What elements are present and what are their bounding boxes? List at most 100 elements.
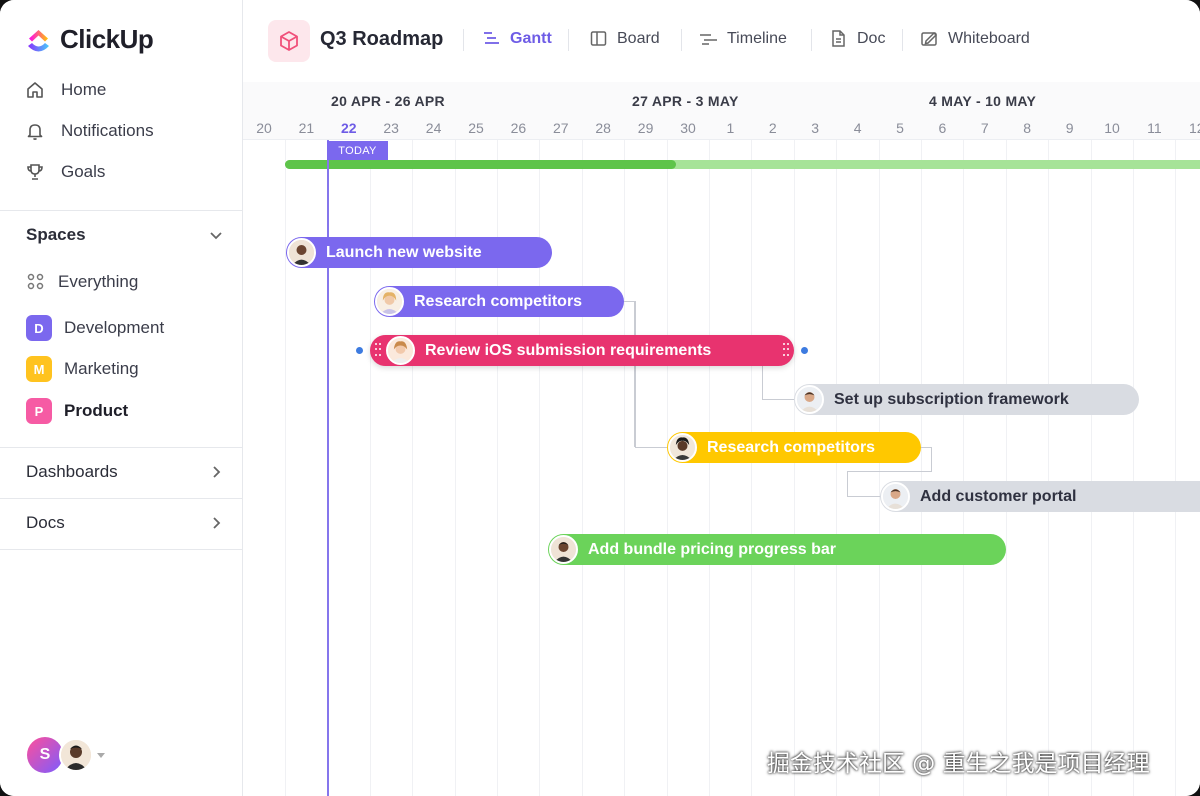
tab-doc[interactable]: Doc xyxy=(829,29,885,48)
gridline xyxy=(836,140,838,796)
assignee-avatar[interactable] xyxy=(287,238,316,267)
assignee-avatar[interactable] xyxy=(795,385,824,414)
person-icon xyxy=(61,740,91,770)
spaces-label: Spaces xyxy=(26,225,86,244)
grid-dots-icon xyxy=(27,273,44,290)
day-label: 22 xyxy=(341,120,357,136)
whiteboard-icon xyxy=(921,31,938,46)
tab-board-label: Board xyxy=(617,29,660,47)
gantt-icon xyxy=(484,32,499,44)
day-label: 8 xyxy=(1023,120,1032,136)
chevron-down-icon[interactable] xyxy=(208,227,224,243)
assignee-avatar[interactable] xyxy=(881,482,910,511)
task-label: Research competitors xyxy=(707,438,876,456)
tab-whiteboard[interactable]: Whiteboard xyxy=(920,29,1030,48)
clickup-logo[interactable]: ClickUp xyxy=(26,24,154,55)
tab-whiteboard-label: Whiteboard xyxy=(948,29,1030,47)
sidebar: ClickUp Home Notifications Goals Spaces … xyxy=(0,0,243,796)
day-label: 9 xyxy=(1065,120,1074,136)
nav-goals[interactable]: Goals xyxy=(25,162,105,182)
divider xyxy=(568,29,569,51)
space-marketing[interactable]: M Marketing xyxy=(26,356,139,382)
gridline xyxy=(878,140,880,796)
project-title: Q3 Roadmap xyxy=(320,28,444,50)
tab-doc-label: Doc xyxy=(857,29,886,47)
tab-board[interactable]: Board xyxy=(589,29,660,48)
task-bar[interactable]: Research competitors xyxy=(667,432,921,463)
gridline xyxy=(1090,140,1092,796)
nav-home[interactable]: Home xyxy=(25,80,106,100)
task-label: Set up subscription framework xyxy=(834,390,1069,408)
day-label: 12 xyxy=(1189,120,1200,136)
member-avatar[interactable] xyxy=(59,738,93,772)
task-label: Add bundle pricing progress bar xyxy=(588,540,837,558)
chevron-right-icon xyxy=(213,517,221,529)
docs-row[interactable]: Docs xyxy=(26,513,224,533)
clickup-logo-icon xyxy=(28,29,49,51)
gridline xyxy=(963,140,965,796)
sidebar-divider xyxy=(0,447,243,448)
day-label: 29 xyxy=(637,120,654,136)
dependency-handle[interactable] xyxy=(801,347,808,354)
gridline xyxy=(793,140,795,796)
progress-fill xyxy=(285,160,676,169)
day-label: 23 xyxy=(383,120,399,136)
drag-handle-icon[interactable] xyxy=(783,343,789,357)
dashboards-row[interactable]: Dashboards xyxy=(26,462,224,482)
dependency-connector xyxy=(635,447,667,448)
space-everything[interactable]: Everything xyxy=(26,272,138,292)
assignee-avatar[interactable] xyxy=(668,433,697,462)
tab-timeline-label: Timeline xyxy=(727,29,787,47)
gridline xyxy=(1048,140,1050,796)
task-bar[interactable]: Launch new website xyxy=(286,237,552,268)
divider xyxy=(902,29,903,51)
person-icon xyxy=(289,240,314,265)
week-label: 20 APR - 26 APR xyxy=(331,93,445,109)
assignee-avatar[interactable] xyxy=(375,287,404,316)
trophy-icon xyxy=(27,164,43,180)
dependency-handle[interactable] xyxy=(356,347,363,354)
task-bar[interactable]: Research competitors xyxy=(374,286,624,317)
task-label: Research competitors xyxy=(414,292,583,310)
dashboards-label: Dashboards xyxy=(26,462,118,481)
caret-down-icon[interactable] xyxy=(97,752,105,758)
day-label: 26 xyxy=(510,120,527,136)
task-bar[interactable]: Add bundle pricing progress bar xyxy=(548,534,1006,565)
person-icon xyxy=(388,338,413,363)
task-bar-selected[interactable]: Review iOS submission requirements xyxy=(370,335,794,366)
spaces-header[interactable]: Spaces xyxy=(26,225,224,245)
tab-gantt[interactable]: Gantt xyxy=(482,29,552,48)
today-tag: TODAY xyxy=(327,141,388,160)
sidebar-divider xyxy=(0,498,243,499)
space-product[interactable]: P Product xyxy=(26,398,128,424)
nav-notifications-label: Notifications xyxy=(61,121,154,140)
bell-icon xyxy=(27,124,43,140)
day-label: 28 xyxy=(595,120,611,136)
gantt-chart: 20 APR - 26 APR 27 APR - 3 MAY 4 MAY - 1… xyxy=(243,82,1200,796)
person-icon xyxy=(797,387,822,412)
nav-home-label: Home xyxy=(61,80,107,99)
task-label: Launch new website xyxy=(326,243,482,261)
tab-timeline[interactable]: Timeline xyxy=(699,29,787,48)
project-icon xyxy=(268,20,310,62)
sidebar-divider xyxy=(0,210,243,211)
space-badge: D xyxy=(26,315,52,341)
assignee-avatar[interactable] xyxy=(386,336,415,365)
day-label: 30 xyxy=(680,120,696,136)
user-avatars[interactable]: S xyxy=(27,737,105,773)
assignee-avatar[interactable] xyxy=(549,535,578,564)
task-bar[interactable]: Set up subscription framework xyxy=(794,384,1139,415)
nav-notifications[interactable]: Notifications xyxy=(25,121,154,141)
person-icon xyxy=(670,435,695,460)
user-avatar[interactable]: S xyxy=(27,737,63,773)
divider xyxy=(463,29,464,51)
gridline xyxy=(1175,140,1177,796)
person-icon xyxy=(377,289,402,314)
day-label: 20 xyxy=(256,120,272,136)
doc-icon xyxy=(832,30,845,47)
drag-handle-icon[interactable] xyxy=(375,343,381,357)
space-development[interactable]: D Development xyxy=(26,315,164,341)
day-label: 25 xyxy=(468,120,484,136)
task-bar[interactable]: Add customer portal xyxy=(880,481,1200,512)
nav-goals-label: Goals xyxy=(61,162,106,181)
